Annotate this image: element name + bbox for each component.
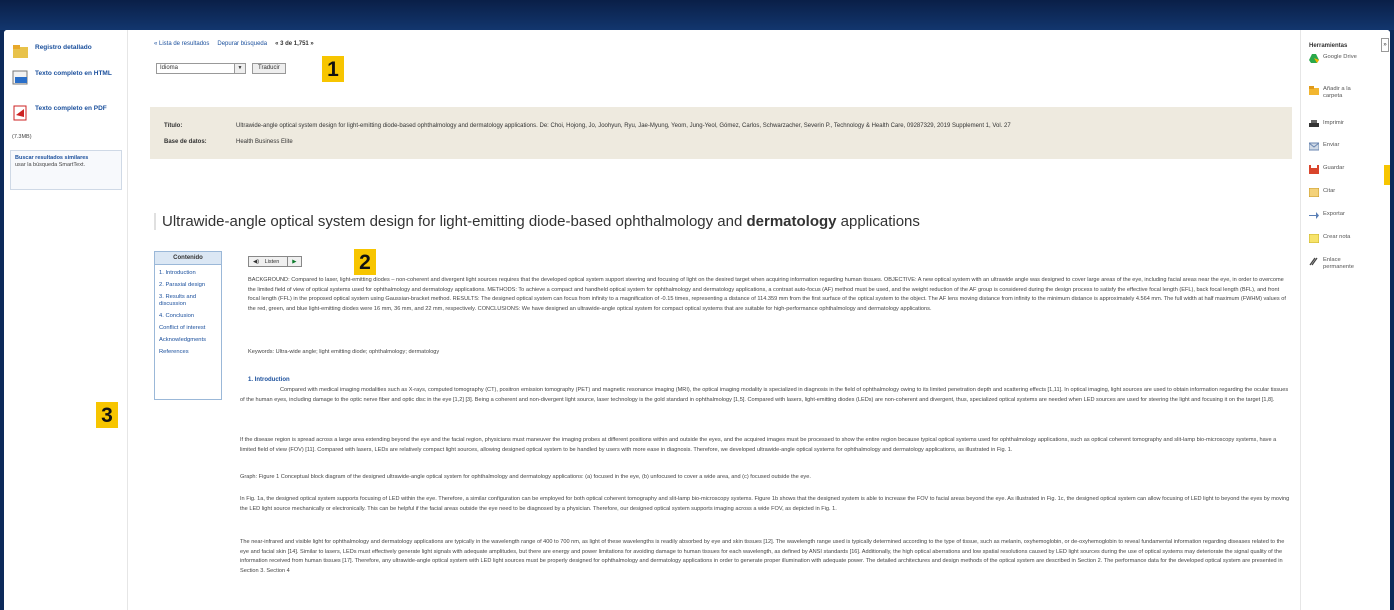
record-icon bbox=[13, 45, 28, 58]
detailed-record-link[interactable]: Registro detallado bbox=[12, 44, 92, 60]
breadcrumb: « Lista de resultados Depurar búsqueda «… bbox=[154, 41, 314, 47]
metadata-box: Título: Ultrawide-angle optical system d… bbox=[150, 107, 1292, 159]
toc-item[interactable]: Conflict of interest bbox=[155, 325, 221, 332]
result-counter[interactable]: « 3 de 1,751 » bbox=[275, 41, 314, 47]
callout-4 bbox=[1384, 165, 1390, 185]
figure-caption: Graph: Figure 1 Conceptual block diagram… bbox=[240, 474, 811, 480]
keywords-text: Keywords: Ultra-wide angle; light emitti… bbox=[248, 349, 440, 355]
top-banner bbox=[0, 0, 1394, 30]
meta-title-row: Título: Ultrawide-angle optical system d… bbox=[164, 123, 1011, 129]
printer-icon bbox=[1309, 120, 1319, 127]
callout-2: 2 bbox=[354, 249, 376, 275]
toc-item[interactable]: 4. Conclusion bbox=[155, 313, 221, 320]
html-icon bbox=[12, 70, 28, 85]
table-of-contents: Contenido 1. Introduction 2. Paraxial de… bbox=[154, 251, 222, 400]
left-sidebar: Registro detallado Texto completo en HTM… bbox=[4, 30, 128, 610]
refine-search-link[interactable]: Depurar búsqueda bbox=[217, 41, 267, 47]
tool-print[interactable]: Imprimir bbox=[1309, 120, 1344, 129]
section-heading: 1. Introduction bbox=[248, 377, 290, 383]
pdf-icon bbox=[13, 105, 27, 121]
meta-database-row: Base de datos: Health Business Elite bbox=[164, 139, 293, 145]
translate-button[interactable]: Traducir bbox=[252, 63, 286, 74]
pdf-size: (7.3MB) bbox=[12, 134, 32, 140]
tool-create-note[interactable]: Crear nota bbox=[1309, 234, 1350, 243]
page-frame: Registro detallado Texto completo en HTM… bbox=[4, 30, 1390, 610]
language-select[interactable]: Idioma ▼ bbox=[156, 63, 246, 74]
callout-3: 3 bbox=[96, 402, 118, 428]
back-to-results-link[interactable]: « Lista de resultados bbox=[154, 41, 209, 47]
tool-permalink[interactable]: Enlace permanente bbox=[1309, 257, 1363, 271]
play-icon[interactable]: ▶ bbox=[287, 257, 300, 266]
intro-paragraph: The near-infrared and visible light for … bbox=[240, 539, 1285, 574]
listen-player[interactable]: ◀) Listen ▶ bbox=[248, 256, 302, 267]
main-content: « Lista de resultados Depurar búsqueda «… bbox=[128, 30, 1300, 610]
cite-icon bbox=[1309, 188, 1319, 197]
listen-button[interactable]: ◀) Listen bbox=[249, 257, 287, 266]
intro-paragraph: Compared with medical imaging modalities… bbox=[240, 387, 1289, 403]
tool-cite[interactable]: Citar bbox=[1309, 188, 1335, 197]
intro-paragraph: In Fig. 1a, the designed optical system … bbox=[240, 496, 1290, 512]
chevron-down-icon[interactable]: ▼ bbox=[234, 64, 245, 73]
tools-header: Herramientas bbox=[1309, 43, 1348, 49]
export-icon bbox=[1309, 212, 1319, 219]
email-icon bbox=[1309, 142, 1319, 151]
collapse-panel-button[interactable]: » bbox=[1381, 38, 1389, 52]
tool-email[interactable]: Enviar bbox=[1309, 142, 1339, 151]
link-icon bbox=[1309, 257, 1318, 266]
tool-add-folder[interactable]: Añadir a la carpeta bbox=[1309, 86, 1367, 100]
tool-google-drive[interactable]: Google Drive bbox=[1309, 54, 1363, 63]
abstract-text: BACKGROUND: Compared to laser, light-emi… bbox=[248, 277, 1286, 312]
tool-export[interactable]: Exportar bbox=[1309, 211, 1345, 220]
pdf-fulltext-link[interactable]: Texto completo en PDF bbox=[12, 105, 115, 121]
note-icon bbox=[1309, 234, 1319, 243]
toc-header: Contenido bbox=[155, 252, 221, 265]
tool-save[interactable]: Guardar bbox=[1309, 165, 1344, 174]
html-fulltext-link[interactable]: Texto completo en HTML bbox=[12, 70, 115, 86]
folder-icon bbox=[1309, 86, 1319, 95]
similar-results-link[interactable]: Buscar resultados similares bbox=[15, 155, 117, 162]
toc-item[interactable]: 3. Results and discussion bbox=[155, 294, 221, 308]
toc-item[interactable]: 1. Introduction bbox=[155, 270, 221, 277]
callout-1: 1 bbox=[322, 56, 344, 82]
intro-paragraph: If the disease region is spread across a… bbox=[240, 437, 1277, 453]
article-title: Ultrawide-angle optical system design fo… bbox=[154, 213, 1294, 230]
similar-results-box[interactable]: Buscar resultados similares usar la búsq… bbox=[10, 150, 122, 190]
tools-panel: Herramientas » Google Drive Añadir a la … bbox=[1300, 30, 1390, 610]
smarttext-hint: usar la búsqueda SmartText. bbox=[15, 162, 86, 168]
toc-item[interactable]: Acknowledgments bbox=[155, 337, 221, 344]
toc-item[interactable]: References bbox=[155, 349, 221, 356]
toc-item[interactable]: 2. Paraxial design bbox=[155, 282, 221, 289]
google-drive-icon bbox=[1309, 54, 1319, 63]
save-icon bbox=[1309, 165, 1319, 174]
